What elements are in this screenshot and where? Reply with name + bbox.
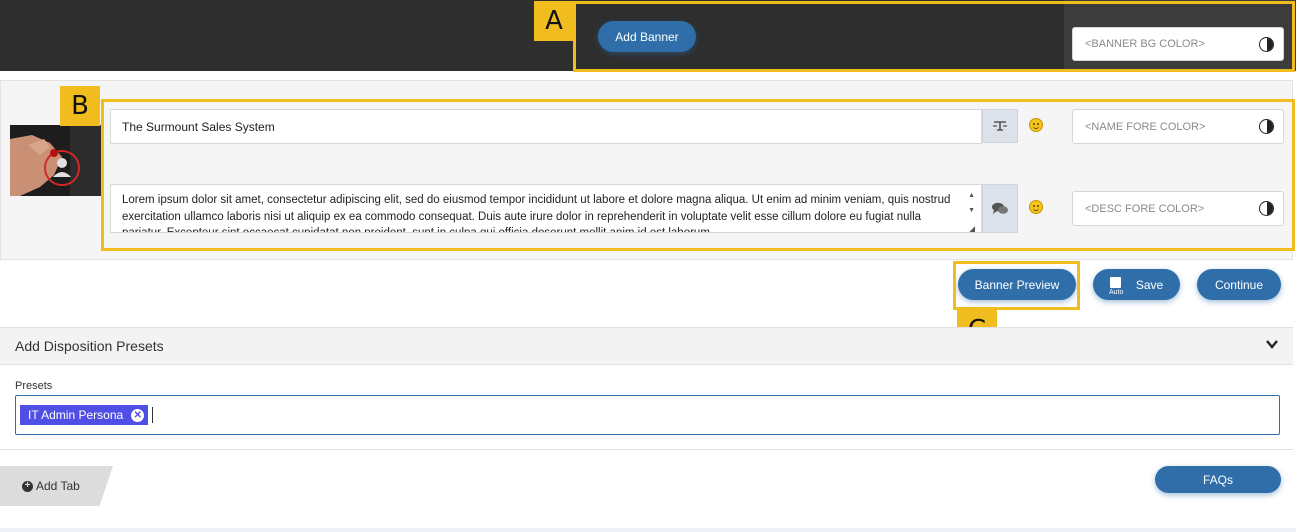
preset-tag: IT Admin Persona ✕ xyxy=(20,405,149,425)
save-button[interactable]: Auto Save xyxy=(1093,269,1180,300)
continue-button[interactable]: Continue xyxy=(1197,269,1281,300)
callout-b-label: B xyxy=(60,86,100,126)
callout-c-frame xyxy=(953,261,1080,310)
preset-tag-label: IT Admin Persona xyxy=(28,408,124,422)
faqs-button[interactable]: FAQs xyxy=(1155,466,1281,493)
save-button-label: Save xyxy=(1135,277,1164,292)
text-cursor xyxy=(152,407,153,423)
chevron-down-icon[interactable] xyxy=(1266,340,1278,349)
presets-section-title: Add Disposition Presets xyxy=(15,338,164,354)
presets-label: Presets xyxy=(15,380,53,392)
add-tab-button[interactable]: + Add Tab xyxy=(0,466,113,506)
banner-thumbnail-image xyxy=(10,125,101,196)
callout-b-frame xyxy=(101,99,1295,251)
bottom-divider xyxy=(0,528,1296,532)
auto-save-label: Auto xyxy=(1109,289,1124,296)
banner-thumbnail[interactable] xyxy=(10,125,101,196)
plus-circle-icon: + xyxy=(22,480,33,492)
callout-a-frame xyxy=(573,1,1295,72)
presets-section-header[interactable]: Add Disposition Presets xyxy=(0,327,1293,365)
callout-a-label: A xyxy=(534,1,574,41)
add-tab-label: Add Tab xyxy=(36,479,80,493)
auto-save-checkbox[interactable] xyxy=(1110,277,1121,288)
presets-tag-input[interactable] xyxy=(15,395,1280,435)
remove-tag-icon[interactable]: ✕ xyxy=(131,408,145,422)
